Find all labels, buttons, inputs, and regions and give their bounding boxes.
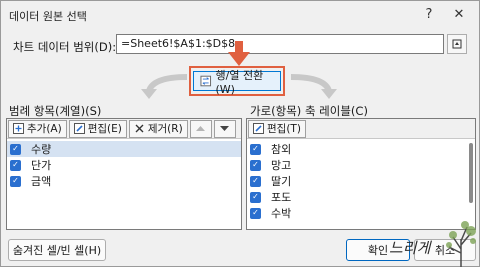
- close-icon[interactable]: ✕: [445, 3, 473, 25]
- move-up-icon: [196, 126, 206, 131]
- legend-item-label: 단가: [31, 159, 52, 172]
- select-data-source-dialog: 데이터 원본 선택 ? ✕ 차트 데이터 범위(D): =Sheet6!$A$1…: [0, 0, 480, 267]
- axis-item-label: 딸기: [271, 175, 292, 188]
- checkbox-checked-icon[interactable]: ✓: [250, 207, 261, 219]
- edit-series-button[interactable]: 편집(E): [68, 119, 127, 138]
- list-item[interactable]: ✓ 딸기: [247, 173, 475, 189]
- add-series-button[interactable]: 추가(A): [8, 119, 67, 138]
- axis-item-label: 망고: [271, 159, 292, 172]
- add-series-label: 추가(A): [27, 123, 62, 135]
- checkbox-checked-icon[interactable]: ✓: [250, 143, 261, 155]
- legend-toolbar: 추가(A) 편집(E) 제거(R): [7, 119, 241, 139]
- chart-range-label: 차트 데이터 범위(D):: [13, 40, 117, 54]
- add-icon: [13, 123, 24, 134]
- legend-entries-panel: 추가(A) 편집(E) 제거(R) ✓ 수량 ✓ 단가 ✓ 금액: [6, 118, 242, 230]
- list-item[interactable]: ✓ 참외: [247, 141, 475, 157]
- axis-item-label: 포도: [271, 191, 292, 204]
- chart-range-input[interactable]: =Sheet6!$A$1:$D$8: [116, 34, 444, 54]
- move-up-button[interactable]: [189, 119, 212, 138]
- legend-item[interactable]: ✓ 금액: [7, 173, 241, 189]
- checkbox-checked-icon[interactable]: ✓: [250, 191, 261, 203]
- move-down-icon: [220, 126, 230, 131]
- axis-item-label: 참외: [271, 143, 292, 156]
- edit-icon: [73, 123, 85, 134]
- scrollbar[interactable]: [469, 143, 473, 203]
- hidden-empty-cells-button[interactable]: 숨겨진 셀/빈 셀(H): [8, 239, 106, 261]
- checkbox-checked-icon[interactable]: ✓: [10, 143, 21, 155]
- dialog-title: 데이터 원본 선택: [9, 10, 87, 23]
- checkbox-checked-icon[interactable]: ✓: [10, 159, 21, 171]
- remove-series-button[interactable]: 제거(R): [128, 119, 188, 138]
- title-bar: 데이터 원본 선택 ? ✕: [1, 1, 479, 29]
- axis-list: ✓ 참외 ✓ 망고 ✓ 딸기 ✓ 포도 ✓ 수박: [247, 141, 475, 221]
- switch-row-column-label: 행/열 전환(W): [215, 68, 264, 96]
- collapse-range-button[interactable]: [447, 34, 467, 54]
- highlight-down-arrow-icon: [228, 41, 250, 66]
- collapse-dialog-icon: [452, 39, 462, 49]
- list-item[interactable]: ✓ 망고: [247, 157, 475, 173]
- axis-labels-label: 가로(항목) 축 레이블(C): [250, 104, 368, 118]
- edit-axis-button[interactable]: 편집(T): [248, 119, 306, 138]
- switch-highlight-box: 행/열 전환(W): [189, 66, 285, 96]
- legend-item[interactable]: ✓ 수량: [7, 141, 241, 157]
- move-down-button[interactable]: [213, 119, 236, 138]
- edit-axis-label: 편집(T): [267, 123, 301, 135]
- help-icon[interactable]: ?: [415, 3, 443, 25]
- axis-item-label: 수박: [271, 207, 292, 220]
- switch-row-column-icon: [200, 75, 212, 87]
- tree-watermark-logo: 느리게: [389, 221, 476, 267]
- legend-item-label: 금액: [31, 175, 52, 188]
- legend-entries-label: 범례 항목(계열)(S): [9, 104, 102, 118]
- remove-series-label: 제거(R): [147, 123, 183, 135]
- legend-item-label: 수량: [31, 143, 52, 156]
- checkbox-checked-icon[interactable]: ✓: [250, 159, 261, 171]
- svg-text:느리게: 느리게: [389, 239, 433, 257]
- legend-list: ✓ 수량 ✓ 단가 ✓ 금액: [7, 141, 241, 189]
- axis-labels-panel: 편집(T) ✓ 참외 ✓ 망고 ✓ 딸기 ✓ 포도 ✓ 수박: [246, 118, 476, 230]
- edit-icon: [253, 123, 264, 134]
- edit-series-label: 편집(E): [87, 123, 122, 135]
- list-item[interactable]: ✓ 포도: [247, 189, 475, 205]
- checkbox-checked-icon[interactable]: ✓: [10, 175, 21, 187]
- axis-toolbar: 편집(T): [247, 119, 475, 139]
- legend-item[interactable]: ✓ 단가: [7, 157, 241, 173]
- switch-row-column-button[interactable]: 행/열 전환(W): [193, 69, 281, 96]
- curved-arrow-left-icon: [141, 74, 188, 99]
- remove-icon: [135, 124, 144, 133]
- checkbox-checked-icon[interactable]: ✓: [250, 175, 261, 187]
- curved-arrow-right-icon: [290, 74, 337, 99]
